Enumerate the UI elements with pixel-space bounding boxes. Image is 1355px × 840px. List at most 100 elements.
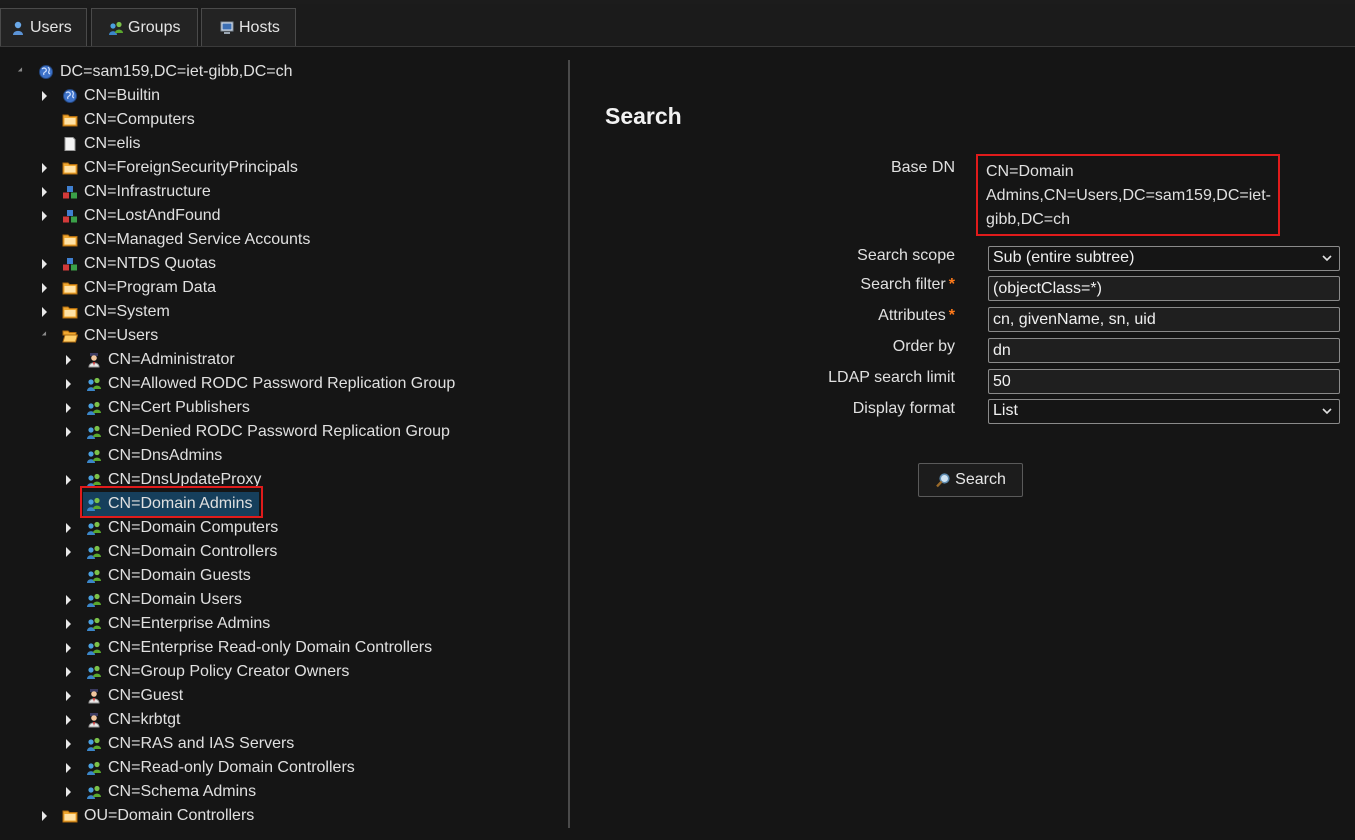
group-icon <box>86 760 102 776</box>
expand-arrow-icon[interactable] <box>66 403 71 413</box>
expand-arrow-icon[interactable] <box>66 547 71 557</box>
tree-node-enterprise-admins[interactable]: CN=Enterprise Admins <box>86 612 270 636</box>
tree-node-computers[interactable]: CN=Computers <box>62 108 195 132</box>
tree-node-domain-computers[interactable]: CN=Domain Computers <box>86 516 278 540</box>
tree-node-schema-admins[interactable]: CN=Schema Admins <box>86 780 256 804</box>
tree-node-label: CN=Read-only Domain Controllers <box>108 759 355 776</box>
tree-node-label: CN=System <box>84 303 170 320</box>
expand-arrow-icon[interactable] <box>42 211 47 221</box>
tree-node-domain-controllers[interactable]: CN=Domain Controllers <box>86 540 277 564</box>
tree-node-label: CN=Domain Guests <box>108 567 251 584</box>
tree-node-label: CN=Computers <box>84 111 195 128</box>
tree-node-label: CN=Infrastructure <box>84 183 211 200</box>
group-icon <box>86 472 102 488</box>
blocks-icon <box>62 256 78 272</box>
tree-node-administrator[interactable]: CN=Administrator <box>86 348 235 372</box>
expand-arrow-icon[interactable] <box>66 667 71 677</box>
tree-node-cert-publishers[interactable]: CN=Cert Publishers <box>86 396 250 420</box>
tree-node-group-policy-creator-owners[interactable]: CN=Group Policy Creator Owners <box>86 660 349 684</box>
tree-node-krbtgt[interactable]: CN=krbtgt <box>86 708 180 732</box>
collapse-arrow-icon[interactable] <box>41 331 49 338</box>
expand-arrow-icon[interactable] <box>66 619 71 629</box>
folder-icon <box>62 160 78 176</box>
expand-arrow-icon[interactable] <box>66 643 71 653</box>
tree-node-allowed-rodc-password-replication-group[interactable]: CN=Allowed RODC Password Replication Gro… <box>86 372 455 396</box>
expand-arrow-icon[interactable] <box>42 307 47 317</box>
expand-arrow-icon[interactable] <box>66 355 71 365</box>
expand-arrow-icon[interactable] <box>66 739 71 749</box>
tree-node-ntds-quotas[interactable]: CN=NTDS Quotas <box>62 252 216 276</box>
tree-node-read-only-domain-controllers[interactable]: CN=Read-only Domain Controllers <box>86 756 355 780</box>
tree-root[interactable]: DC=sam159,DC=iet-gibb,DC=ch <box>38 60 293 84</box>
expand-arrow-icon[interactable] <box>66 763 71 773</box>
search-filter-input[interactable] <box>988 276 1340 301</box>
person-icon <box>86 712 102 728</box>
user-icon <box>10 20 26 36</box>
collapse-arrow-icon[interactable] <box>17 67 25 74</box>
expand-arrow-icon[interactable] <box>66 691 71 701</box>
tree-node-foreignsecurityprincipals[interactable]: CN=ForeignSecurityPrincipals <box>62 156 298 180</box>
tree-node-domain-admins[interactable]: CN=Domain Admins <box>83 492 259 516</box>
tree-node-domain-guests[interactable]: CN=Domain Guests <box>86 564 251 588</box>
tree-node-system[interactable]: CN=System <box>62 300 170 324</box>
expand-arrow-icon[interactable] <box>42 259 47 269</box>
tree-node-enterprise-read-only-domain-controllers[interactable]: CN=Enterprise Read-only Domain Controlle… <box>86 636 432 660</box>
ldap-search-limit-input[interactable] <box>988 369 1340 394</box>
expand-arrow-icon[interactable] <box>42 187 47 197</box>
tree-node-infrastructure[interactable]: CN=Infrastructure <box>62 180 211 204</box>
tree-node-label: CN=Program Data <box>84 279 217 296</box>
expand-arrow-icon[interactable] <box>66 595 71 605</box>
tree-node-program-data[interactable]: CN=Program Data <box>62 276 216 300</box>
tree-node-dnsadmins[interactable]: CN=DnsAdmins <box>86 444 222 468</box>
tab-hosts[interactable]: Hosts <box>201 8 296 46</box>
tree-node-managed-service-accounts[interactable]: CN=Managed Service Accounts <box>62 228 310 252</box>
tree-node-label: CN=Users <box>84 327 159 344</box>
folder-icon <box>62 232 78 248</box>
expand-arrow-icon[interactable] <box>66 379 71 389</box>
tree-node-label: CN=Domain Users <box>108 591 242 608</box>
tree-node-label: CN=krbtgt <box>108 711 181 728</box>
expand-arrow-icon[interactable] <box>42 163 47 173</box>
folder-icon <box>62 304 78 320</box>
tab-groups[interactable]: Groups <box>91 8 198 46</box>
expand-arrow-icon[interactable] <box>66 475 71 485</box>
tree-node-denied-rodc-password-replication-group[interactable]: CN=Denied RODC Password Replication Grou… <box>86 420 450 444</box>
expand-arrow-icon[interactable] <box>66 427 71 437</box>
expand-arrow-icon[interactable] <box>42 283 47 293</box>
expand-arrow-icon[interactable] <box>66 787 71 797</box>
group-icon <box>108 20 124 36</box>
group-icon <box>86 544 102 560</box>
search-button[interactable]: Search <box>918 463 1023 497</box>
tree-node-guest[interactable]: CN=Guest <box>86 684 183 708</box>
blocks-icon <box>62 184 78 200</box>
search-scope-select[interactable]: Sub (entire subtree) <box>988 246 1340 271</box>
tree-node-users[interactable]: CN=Users <box>62 324 158 348</box>
tab-users[interactable]: Users <box>0 8 87 46</box>
tree-node-label: CN=Schema Admins <box>108 783 257 800</box>
tree-node-lostandfound[interactable]: CN=LostAndFound <box>62 204 221 228</box>
expand-arrow-icon[interactable] <box>42 811 47 821</box>
chevron-down-icon <box>1321 251 1333 270</box>
tree-node-label: CN=LostAndFound <box>84 207 221 224</box>
search-scope-value: Sub (entire subtree) <box>993 249 1135 266</box>
required-marker: * <box>948 307 955 324</box>
tree-node-domain-controllers[interactable]: OU=Domain Controllers <box>62 804 254 828</box>
tree-node-elis[interactable]: CN=elis <box>62 132 140 156</box>
order-by-label: Order by <box>892 338 955 355</box>
group-icon <box>86 448 102 464</box>
pane-divider[interactable] <box>568 60 570 828</box>
magnifier-icon <box>935 472 951 488</box>
expand-arrow-icon[interactable] <box>66 523 71 533</box>
tree-node-ras-and-ias-servers[interactable]: CN=RAS and IAS Servers <box>86 732 294 756</box>
order-by-input[interactable] <box>988 338 1340 363</box>
display-format-select[interactable]: List <box>988 399 1340 424</box>
tree-node-domain-users[interactable]: CN=Domain Users <box>86 588 242 612</box>
attributes-input[interactable] <box>988 307 1340 332</box>
base-dn-value: CN=Domain Admins,CN=Users,DC=sam159,DC=i… <box>976 154 1280 236</box>
tree-node-builtin[interactable]: CN=Builtin <box>62 84 160 108</box>
tab-users-label: Users <box>30 18 72 36</box>
search-filter-label: Search filter * <box>860 276 955 293</box>
expand-arrow-icon[interactable] <box>66 715 71 725</box>
tree-node-dnsupdateproxy[interactable]: CN=DnsUpdateProxy <box>86 468 261 492</box>
expand-arrow-icon[interactable] <box>42 91 47 101</box>
